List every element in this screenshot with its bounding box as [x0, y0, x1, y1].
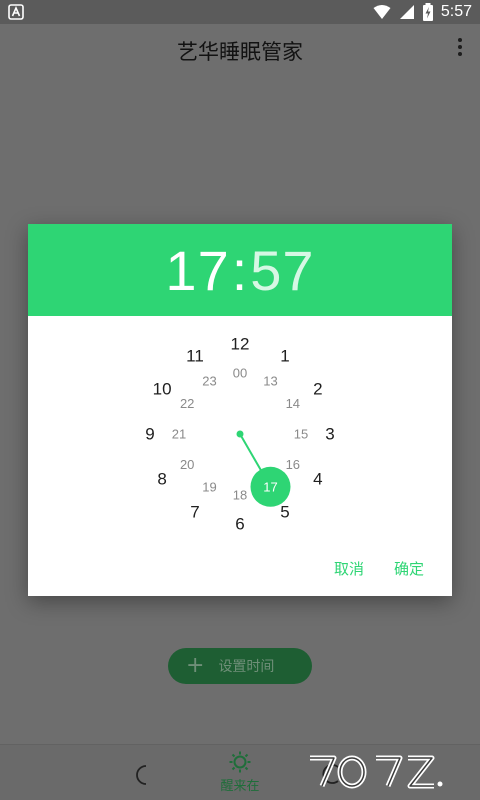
set-time-label: 设置时间 [218, 659, 275, 675]
hour-option-10[interactable]: 10 [153, 380, 172, 399]
alarm-sun-icon [229, 751, 251, 773]
hour-option-17[interactable]: 17 [263, 479, 277, 494]
hour-option-21[interactable]: 21 [172, 427, 186, 442]
time-picker-dialog: 17 : 57 12 1 2 3 4 5 6 7 8 9 10 11 00 13 14 15 16 17 18 19… [28, 224, 452, 596]
minute-display[interactable]: 57 [250, 238, 314, 303]
watermark-logo [310, 755, 443, 789]
wifi-icon [373, 4, 391, 20]
ok-button[interactable]: 确定 [394, 558, 424, 579]
moon-icon [136, 765, 147, 785]
hour-option-23[interactable]: 23 [202, 374, 216, 389]
hour-option-8[interactable]: 8 [157, 470, 166, 489]
time-separator: : [231, 238, 249, 302]
hour-option-11[interactable]: 11 [186, 347, 204, 366]
hour-option-20[interactable]: 20 [180, 457, 194, 472]
notification-a-icon [8, 4, 24, 20]
cancel-button[interactable]: 取消 [334, 558, 364, 579]
hour-option-4[interactable]: 4 [313, 470, 322, 489]
more-vert-icon[interactable] [454, 36, 466, 58]
status-right: 5:57 [373, 2, 472, 22]
hour-option-6[interactable]: 6 [235, 515, 244, 534]
app-title: 艺华睡眠管家 [177, 40, 303, 64]
hour-option-00[interactable]: 00 [233, 366, 247, 381]
clock-dial[interactable]: 121234567891011 001314151617181920212223 [28, 316, 452, 576]
time-display: 17 : 57 [28, 224, 452, 316]
hour-option-15[interactable]: 15 [294, 427, 308, 442]
clock-center-dot [236, 430, 244, 438]
dialog-actions: 取消 确定 [334, 558, 424, 579]
status-bar: 5:57 [0, 0, 480, 24]
hour-option-22[interactable]: 22 [180, 396, 194, 411]
hour-display[interactable]: 17 [165, 238, 229, 303]
battery-charging-icon [422, 3, 433, 21]
hour-option-2[interactable]: 2 [313, 380, 322, 399]
app-bar: 艺华睡眠管家 [0, 24, 480, 80]
nav-item-sleep[interactable] [130, 745, 158, 800]
hour-option-5[interactable]: 5 [280, 502, 289, 521]
signal-icon [399, 4, 415, 20]
hour-option-7[interactable]: 7 [190, 502, 199, 521]
plus-icon: + [186, 653, 205, 678]
hour-option-3[interactable]: 3 [325, 425, 334, 444]
hour-option-16[interactable]: 16 [286, 457, 300, 472]
hour-option-19[interactable]: 19 [202, 479, 216, 494]
set-time-button[interactable]: + 设置时间 [168, 648, 312, 684]
hour-option-14[interactable]: 14 [286, 396, 300, 411]
nav-label-wake: 醒来在 [220, 779, 260, 794]
hour-option-9[interactable]: 9 [145, 425, 154, 444]
hour-option-1[interactable]: 1 [280, 347, 289, 366]
hour-option-12[interactable]: 12 [231, 335, 250, 354]
status-time: 5:57 [440, 3, 472, 20]
hour-option-18[interactable]: 18 [233, 488, 247, 503]
hour-option-13[interactable]: 13 [263, 374, 277, 389]
nav-item-wake[interactable]: 醒来在 [205, 745, 275, 800]
